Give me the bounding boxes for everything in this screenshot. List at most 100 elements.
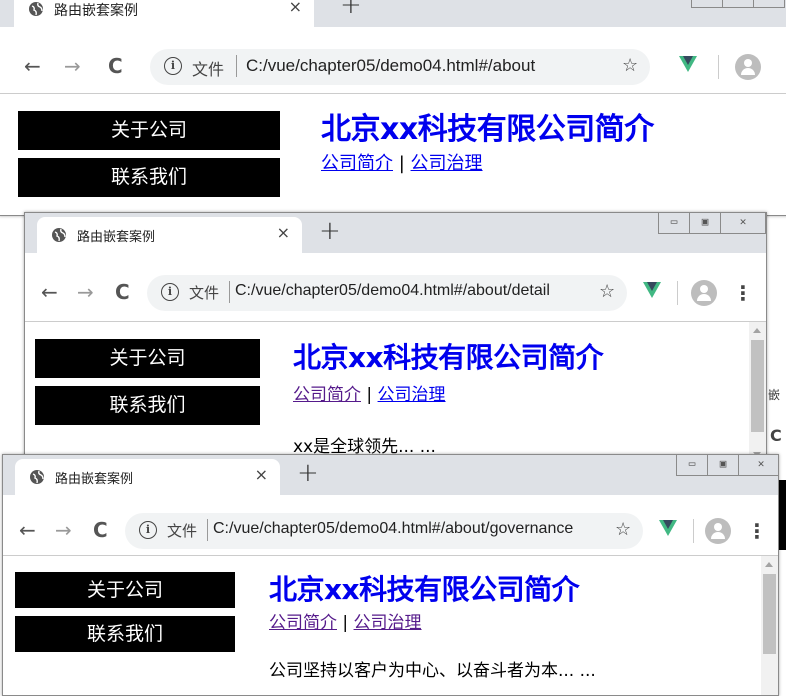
scroll-up-icon[interactable] xyxy=(765,562,773,567)
address-bar[interactable]: i 文件 C:/vue/chapter05/demo04.html#/about… xyxy=(147,275,627,311)
omnibox-divider xyxy=(229,281,230,303)
link-separator: | xyxy=(366,385,373,405)
bookmark-star-icon[interactable]: ☆ xyxy=(622,55,638,76)
browser-window-detail: 路由嵌套案例 × + ▭ ▣ ✕ ← → C i 文件 C:/vue/chapt… xyxy=(24,212,767,464)
tab-title: 路由嵌套案例 xyxy=(54,3,138,19)
address-bar[interactable]: i 文件 C:/vue/chapter05/demo04.html#/about… xyxy=(150,49,650,85)
vue-devtools-icon[interactable] xyxy=(679,56,697,72)
new-tab-icon[interactable]: + xyxy=(340,0,362,19)
scroll-up-icon[interactable] xyxy=(753,328,761,333)
profile-avatar-icon[interactable] xyxy=(735,54,761,80)
scrollbar[interactable] xyxy=(749,322,766,463)
page-title: 北京xx科技有限公司简介 xyxy=(321,112,654,147)
link-governance[interactable]: 公司治理 xyxy=(411,153,483,174)
toolbar: ← → C i 文件 C:/vue/chapter05/demo04.html#… xyxy=(25,267,766,321)
browser-tab[interactable]: 路由嵌套案例 × xyxy=(14,0,314,27)
menu-contact-us[interactable]: 联系我们 xyxy=(18,158,280,197)
page-content: 关于公司 联系我们 北京xx科技有限公司简介 公司简介 | 公司治理 xx是全球… xyxy=(25,321,766,463)
info-icon[interactable]: i xyxy=(164,57,182,75)
back-icon[interactable]: ← xyxy=(24,51,41,81)
browser-tab[interactable]: 路由嵌套案例 × xyxy=(37,217,302,253)
minimize-icon[interactable]: ▭ xyxy=(691,0,723,8)
link-governance[interactable]: 公司治理 xyxy=(378,385,446,405)
vue-devtools-icon[interactable] xyxy=(643,282,661,298)
toolbar-divider xyxy=(718,55,719,79)
scrollbar-thumb[interactable] xyxy=(751,340,764,432)
tab-close-icon[interactable]: × xyxy=(277,223,290,242)
link-company-intro[interactable]: 公司简介 xyxy=(269,613,337,633)
page-content: 关于公司 联系我们 北京xx科技有限公司简介 公司简介 | 公司治理 公司坚持以… xyxy=(3,555,778,695)
info-icon[interactable]: i xyxy=(139,521,157,539)
back-icon[interactable]: ← xyxy=(19,515,36,545)
reload-icon[interactable]: C xyxy=(108,51,123,81)
forward-icon[interactable]: → xyxy=(64,51,81,81)
reload-icon[interactable]: C xyxy=(93,515,108,545)
bookmark-star-icon[interactable]: ☆ xyxy=(615,519,631,540)
tab-strip: 路由嵌套案例 × + ▭ ▣ ✕ xyxy=(25,213,766,253)
menu-about-company[interactable]: 关于公司 xyxy=(18,111,280,150)
page-title: 北京xx科技有限公司简介 xyxy=(269,573,580,606)
profile-avatar-icon[interactable] xyxy=(705,518,731,544)
sub-nav: 公司简介 | 公司治理 xyxy=(269,608,422,633)
minimize-icon[interactable]: ▭ xyxy=(658,213,690,234)
globe-icon xyxy=(30,470,44,484)
omnibox-divider xyxy=(207,519,208,541)
maximize-icon[interactable]: ▣ xyxy=(689,213,721,234)
new-tab-icon[interactable]: + xyxy=(297,459,319,487)
background-window-reload-fragment: C xyxy=(770,426,782,445)
address-bar[interactable]: i 文件 C:/vue/chapter05/demo04.html#/about… xyxy=(125,513,643,549)
info-icon[interactable]: i xyxy=(161,283,179,301)
menu-contact-us[interactable]: 联系我们 xyxy=(15,616,235,652)
page-content: 关于公司 联系我们 北京xx科技有限公司简介 公司简介 | 公司治理 xyxy=(0,93,786,215)
back-icon[interactable]: ← xyxy=(41,277,58,307)
minimize-icon[interactable]: ▭ xyxy=(676,455,708,476)
governance-text: 公司坚持以客户为中心、以奋斗者为本... ... xyxy=(269,661,596,681)
url-text[interactable]: C:/vue/chapter05/demo04.html#/about xyxy=(246,56,535,76)
globe-icon xyxy=(29,2,43,16)
close-window-icon[interactable]: ✕ xyxy=(753,0,785,8)
tab-close-icon[interactable]: × xyxy=(289,0,302,16)
tab-title: 路由嵌套案例 xyxy=(55,472,134,487)
file-label: 文件 xyxy=(192,60,225,79)
close-window-icon[interactable]: ✕ xyxy=(738,455,778,476)
close-window-icon[interactable]: ✕ xyxy=(720,213,766,234)
bookmark-star-icon[interactable]: ☆ xyxy=(599,281,615,302)
background-window-tab-fragment: 嵌 xyxy=(768,388,781,402)
window-controls: ▭ ▣ ✕ xyxy=(658,213,766,235)
link-governance[interactable]: 公司治理 xyxy=(354,613,422,633)
menu-kebab-icon[interactable]: ⋮ xyxy=(733,279,753,307)
link-separator: | xyxy=(342,613,349,633)
menu-about-company[interactable]: 关于公司 xyxy=(15,572,235,608)
link-company-intro[interactable]: 公司简介 xyxy=(321,153,393,174)
file-label: 文件 xyxy=(189,284,220,302)
side-menu: 关于公司 联系我们 xyxy=(15,572,235,660)
menu-about-company[interactable]: 关于公司 xyxy=(35,339,260,378)
page-title: 北京xx科技有限公司简介 xyxy=(293,341,604,374)
toolbar: ← → C i 文件 C:/vue/chapter05/demo04.html#… xyxy=(0,41,786,93)
forward-icon[interactable]: → xyxy=(55,515,72,545)
file-label: 文件 xyxy=(167,522,198,540)
toolbar-divider xyxy=(693,519,694,543)
menu-kebab-icon[interactable]: ⋮ xyxy=(747,517,767,545)
omnibox-divider xyxy=(236,55,237,77)
profile-avatar-icon[interactable] xyxy=(691,280,717,306)
toolbar-divider xyxy=(677,281,678,305)
reload-icon[interactable]: C xyxy=(115,277,130,307)
link-company-intro[interactable]: 公司简介 xyxy=(293,385,361,405)
scrollbar-thumb[interactable] xyxy=(763,574,776,654)
maximize-icon[interactable]: ▣ xyxy=(707,455,739,476)
browser-tab[interactable]: 路由嵌套案例 × xyxy=(15,459,280,495)
menu-contact-us[interactable]: 联系我们 xyxy=(35,386,260,425)
maximize-icon[interactable]: ▣ xyxy=(722,0,754,8)
side-menu: 关于公司 联系我们 xyxy=(18,111,280,205)
scrollbar[interactable] xyxy=(761,556,778,695)
url-text[interactable]: C:/vue/chapter05/demo04.html#/about/gove… xyxy=(213,520,573,538)
tab-close-icon[interactable]: × xyxy=(255,465,268,484)
tab-title: 路由嵌套案例 xyxy=(77,230,156,245)
url-text[interactable]: C:/vue/chapter05/demo04.html#/about/deta… xyxy=(235,282,550,300)
toolbar: ← → C i 文件 C:/vue/chapter05/demo04.html#… xyxy=(3,505,778,555)
tab-strip: 路由嵌套案例 × + ▭ ▣ ✕ xyxy=(3,455,778,495)
vue-devtools-icon[interactable] xyxy=(659,520,677,536)
forward-icon[interactable]: → xyxy=(77,277,94,307)
new-tab-icon[interactable]: + xyxy=(319,217,341,245)
